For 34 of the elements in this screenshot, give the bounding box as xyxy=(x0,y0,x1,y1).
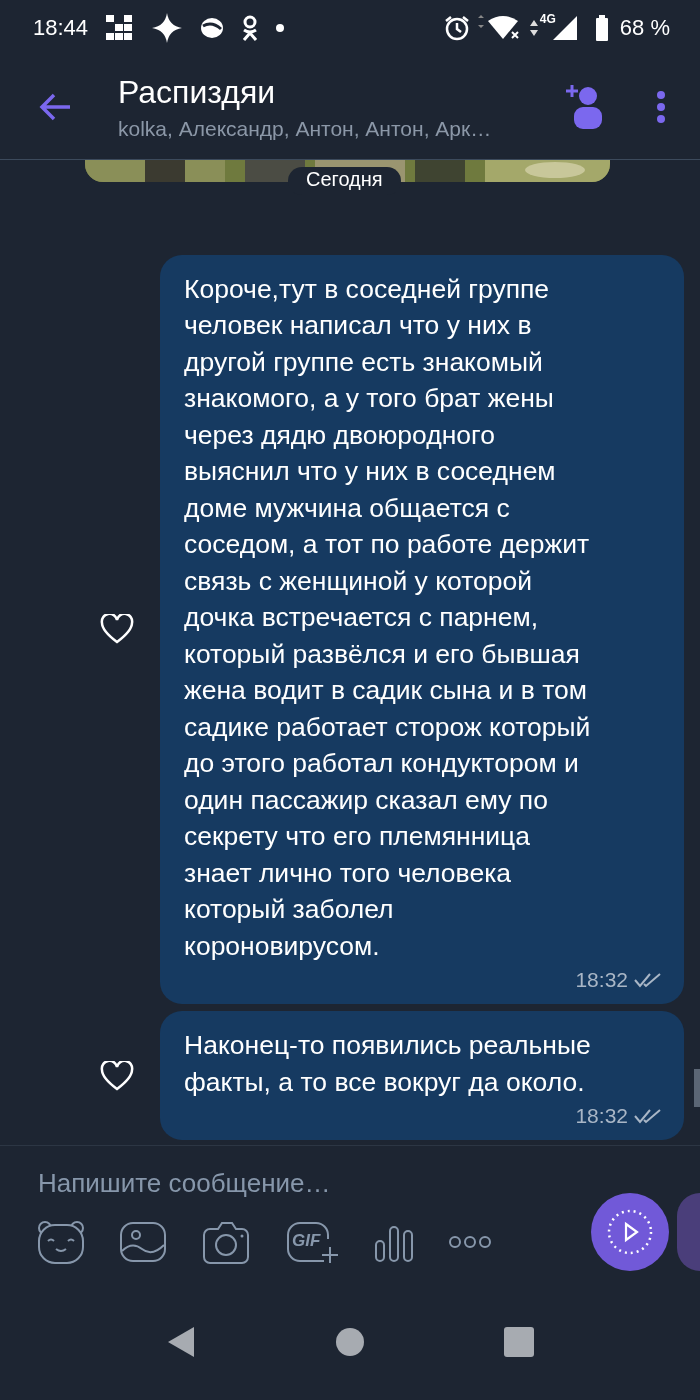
dot-icon xyxy=(276,23,285,32)
like-button[interactable] xyxy=(100,614,134,645)
double-check-icon xyxy=(634,972,662,988)
alarm-icon xyxy=(443,14,470,41)
play-icon xyxy=(607,1209,653,1255)
chat-title: Распиздяи xyxy=(118,73,277,111)
message-input[interactable]: Напишите сообщение… xyxy=(38,1164,518,1203)
back-button[interactable] xyxy=(38,92,72,122)
scrollbar-thumb[interactable] xyxy=(694,1069,700,1107)
ok-icon xyxy=(242,14,259,41)
nav-home-button[interactable] xyxy=(336,1328,364,1356)
grid-icon xyxy=(106,14,135,41)
message-text: Короче,тут в соседней группе человек написал что у них в другой группе есть знакомый знакомого, а у того брат жены через дядю двоюродного выяснил что у них в соседнем доме мужчина общается с соседом, а тот по работе держит связь с женщиной у которой дочка встречается с парнем, который развёлся и его бывшая жена водит в садик сына и в том садике работает сторож который до этого работал кондуктором и один пассажир сказал ему по секрету что его племянница знает лично того человека который заболел короновирусом. xyxy=(184,272,592,963)
message-time: 18:32 xyxy=(575,968,628,992)
bowl-icon xyxy=(200,16,225,39)
add-member-button[interactable] xyxy=(564,84,604,130)
message-time: 18:32 xyxy=(575,1104,628,1128)
battery-percent: 68 % xyxy=(619,14,670,41)
sparkle-icon xyxy=(152,12,183,43)
more-options-button[interactable] xyxy=(448,1236,492,1248)
status-time: 18:44 xyxy=(33,14,89,41)
double-check-icon xyxy=(634,1108,662,1124)
more-menu-button[interactable] xyxy=(656,90,666,124)
chat-members: kolka, Александр, Антон, Антон, Арк… xyxy=(118,116,493,141)
message-text: Наконец-то появились реальные факты, а то все вокруг да около. xyxy=(184,1029,592,1099)
camera-button[interactable] xyxy=(200,1219,252,1265)
nav-back-button[interactable] xyxy=(166,1325,196,1359)
more-icon xyxy=(448,1236,492,1248)
network-label: 4G xyxy=(539,12,556,26)
sticker-button[interactable] xyxy=(36,1219,86,1265)
battery-icon xyxy=(595,14,608,41)
gif-button[interactable]: GIF xyxy=(284,1219,340,1265)
gallery-button[interactable] xyxy=(118,1219,168,1265)
like-button[interactable] xyxy=(100,1060,134,1091)
